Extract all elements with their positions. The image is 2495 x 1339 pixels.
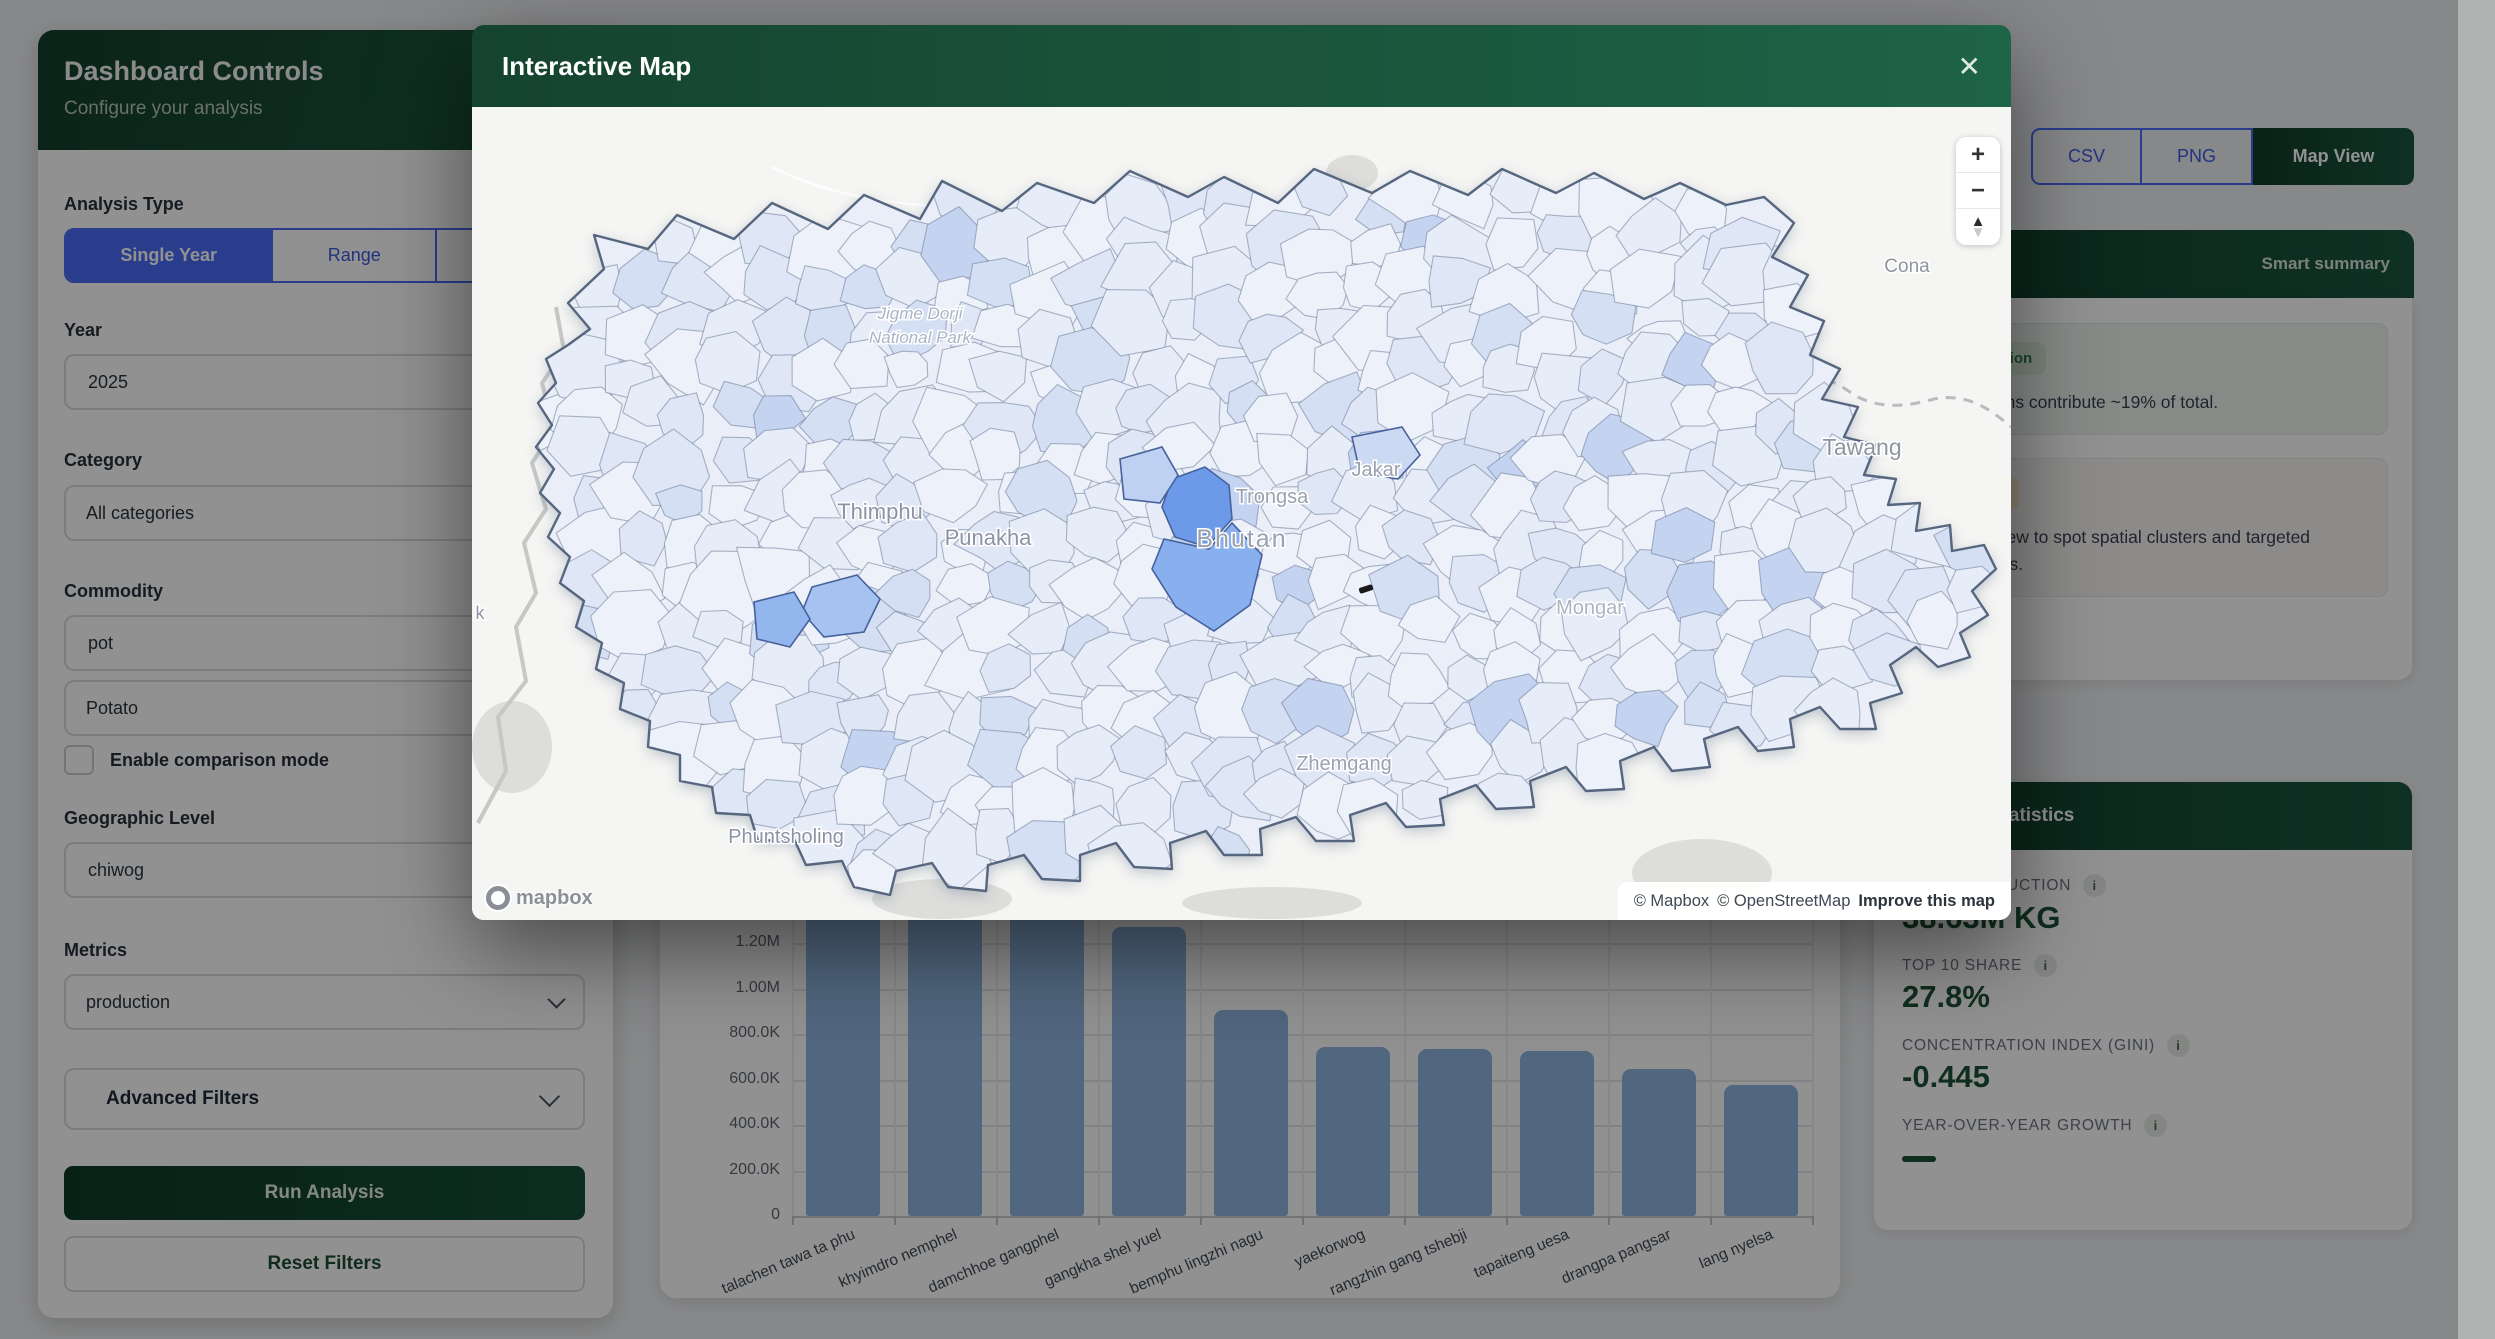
map-label-national-park: National Park: [869, 328, 973, 347]
attrib-improve-link[interactable]: Improve this map: [1858, 892, 1995, 911]
scrollbar-track[interactable]: [2458, 0, 2495, 1339]
map-label-trongsa: Trongsa: [1236, 486, 1310, 508]
mapbox-logo-text: mapbox: [516, 887, 593, 910]
close-icon[interactable]: ✕: [1958, 50, 1981, 83]
attrib-osm-link[interactable]: © OpenStreetMap: [1717, 892, 1850, 911]
compass-button[interactable]: ▲ ▼: [1956, 209, 2000, 245]
map-label-mongar: Mongar: [1556, 597, 1624, 619]
map-zoom-controls: + − ▲ ▼: [1956, 137, 2000, 245]
map-label-k: k: [476, 603, 486, 623]
map-label-bhutan: Bhutan: [1196, 525, 1287, 553]
map-label-cona: Cona: [1884, 256, 1930, 277]
mapbox-logo-icon: [486, 886, 510, 910]
map-label-tawang: Tawang: [1822, 434, 1901, 460]
map-label-jigme-dorji: Jigme Dorji: [876, 304, 963, 323]
modal-header: Interactive Map ✕: [472, 25, 2011, 107]
zoom-in-button[interactable]: +: [1956, 137, 2000, 173]
choropleth-map[interactable]: Jigme Dorji National Park Punakha Thimphu Bh…: [472, 107, 2011, 920]
map-label-thimphu: Thimphu: [837, 499, 923, 524]
attrib-mapbox-link[interactable]: © Mapbox: [1634, 892, 1709, 911]
map-attribution: © Mapbox © OpenStreetMap Improve this ma…: [1618, 882, 2011, 920]
compass-south-icon: ▼: [1971, 227, 1986, 238]
interactive-map-modal: Interactive Map ✕ Jigme Dorji National Pa…: [472, 25, 2011, 920]
modal-title: Interactive Map: [502, 51, 691, 82]
map-label-zhemgang: Zhemgang: [1296, 753, 1392, 775]
map-label-phuntsholing: Phuntsholing: [728, 826, 844, 848]
map-canvas[interactable]: Jigme Dorji National Park Punakha Thimphu Bh…: [472, 107, 2011, 920]
mapbox-logo[interactable]: mapbox: [486, 886, 593, 910]
map-label-punakha: Punakha: [945, 525, 1033, 550]
app-root: Dashboard Controls Configure your analys…: [0, 0, 2495, 1339]
zoom-out-button[interactable]: −: [1956, 173, 2000, 209]
map-label-jakar: Jakar: [1352, 459, 1401, 481]
